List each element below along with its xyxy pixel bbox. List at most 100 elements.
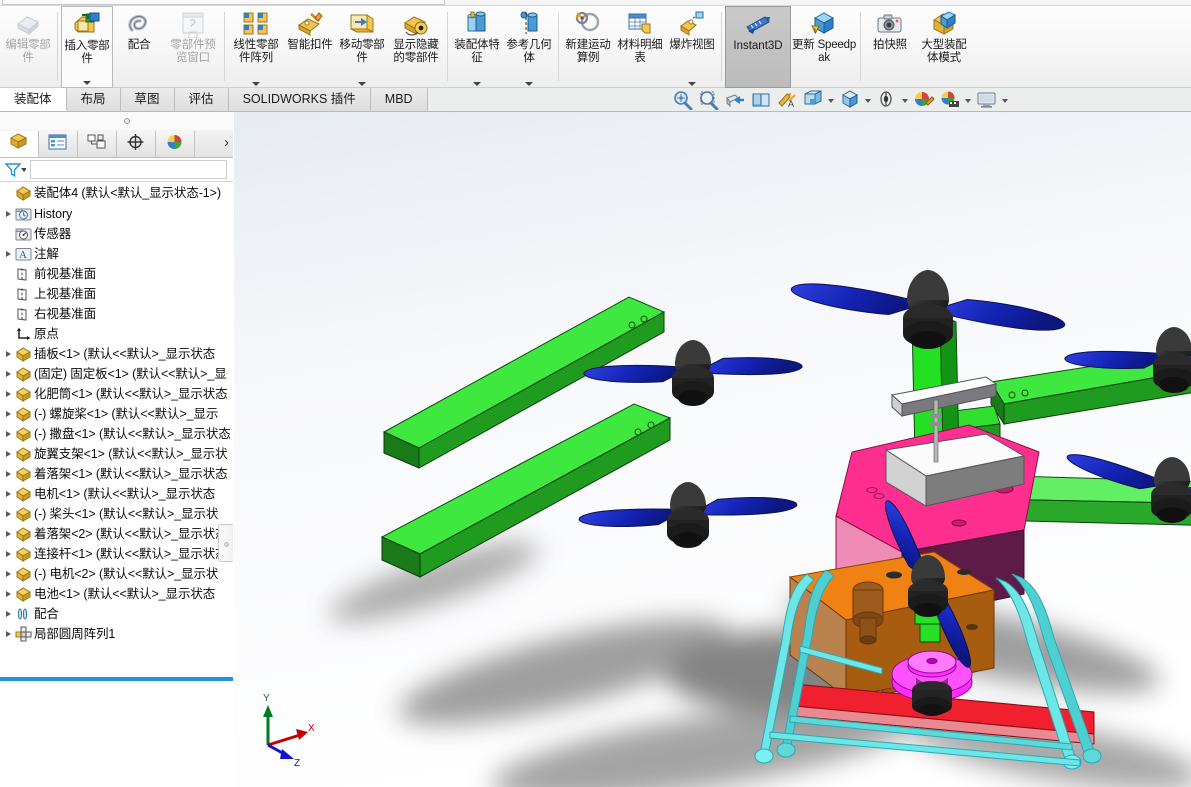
tree-root-assembly[interactable]: 装配体4 (默认<默认_显示状态-1>): [0, 182, 233, 204]
dimxpert-manager-tab[interactable]: [117, 131, 156, 157]
tree-item[interactable]: 着落架<2> (默认<<默认>_显示状态: [0, 524, 233, 544]
tree-item[interactable]: (-) 螺旋桨<1> (默认<<默认>_显示: [0, 404, 233, 424]
panel-splitter-handle[interactable]: [218, 524, 233, 562]
filter-input[interactable]: [30, 160, 227, 179]
tab-2[interactable]: 草图: [120, 88, 175, 111]
view-toolbar-caret-icon[interactable]: [865, 99, 871, 103]
ribbon-button-instant3d[interactable]: Instant3D: [725, 6, 791, 88]
auto-hide-pin-icon[interactable]: [124, 118, 130, 124]
view-toolbar-caret-icon[interactable]: [1002, 99, 1008, 103]
edit-appearance-icon[interactable]: [913, 90, 937, 112]
tree-expander[interactable]: [2, 371, 15, 377]
tree-item[interactable]: 连接杆<1> (默认<<默认>_显示状态: [0, 544, 233, 564]
take-snapshot-camera-icon: [875, 10, 905, 38]
view-toolbar-caret-icon[interactable]: [965, 99, 971, 103]
zoom-to-area-icon[interactable]: [698, 90, 722, 112]
tree-expander[interactable]: [2, 471, 15, 477]
tree-item[interactable]: (固定) 固定板<1> (默认<<默认>_显: [0, 364, 233, 384]
ribbon-button-reference-geometry[interactable]: 参考几何体: [503, 6, 555, 88]
ribbon-button-dropdown-caret-icon[interactable]: [83, 81, 91, 85]
ribbon-button-dropdown-caret-icon[interactable]: [688, 82, 696, 86]
section-view-icon[interactable]: [724, 90, 748, 112]
tree-item[interactable]: History: [0, 204, 233, 224]
tree-item[interactable]: 化肥筒<1> (默认<<默认>_显示状态: [0, 384, 233, 404]
ribbon-button-exploded-view[interactable]: 爆炸视图: [666, 6, 718, 88]
tree-item[interactable]: (-) 撒盘<1> (默认<<默认>_显示状态: [0, 424, 233, 444]
tab-5[interactable]: MBD: [370, 88, 428, 111]
tree-expander[interactable]: [2, 631, 15, 637]
view-display-monitor-icon[interactable]: [976, 90, 1000, 112]
ribbon-button-new-motion-study[interactable]: 新建运动算例: [562, 6, 614, 88]
tree-item[interactable]: 电机<1> (默认<<默认>_显示状态: [0, 484, 233, 504]
apply-scene-palette-icon[interactable]: [939, 90, 963, 112]
tree-item[interactable]: 插板<1> (默认<<默认>_显示状态: [0, 344, 233, 364]
tree-item[interactable]: 电池<1> (默认<<默认>_显示状态: [0, 584, 233, 604]
tree-expander[interactable]: [2, 451, 15, 457]
tab-0[interactable]: 装配体: [0, 88, 67, 111]
tree-item[interactable]: 传感器: [0, 224, 233, 244]
ribbon-button-move-component[interactable]: 移动零部件: [336, 6, 388, 88]
tree-item[interactable]: 配合: [0, 604, 233, 624]
tree-item[interactable]: 旋翼支架<1> (默认<<默认>_显示状: [0, 444, 233, 464]
tree-expander[interactable]: [2, 611, 15, 617]
tree-expander[interactable]: [2, 391, 15, 397]
view-settings-cube-icon[interactable]: [839, 90, 863, 112]
ribbon-button-dropdown-caret-icon[interactable]: [358, 82, 366, 86]
ribbon-button-linear-component-pattern[interactable]: 线性零部件阵列: [228, 6, 284, 88]
ribbon-button-update-speedpak[interactable]: ! 更新 Speedpak: [791, 6, 857, 88]
ribbon-button-mate-paperclip[interactable]: 配合: [113, 6, 165, 88]
display-style-icon[interactable]: A: [776, 90, 800, 112]
ribbon-button-dropdown-caret-icon[interactable]: [252, 82, 260, 86]
feature-manager-tab[interactable]: [0, 131, 39, 157]
ribbon-button-show-hidden-components[interactable]: 显示隐藏的零部件: [388, 6, 444, 88]
view-orientation-icon[interactable]: [750, 90, 774, 112]
hide-show-items-icon[interactable]: [802, 90, 826, 112]
tree-expander[interactable]: [2, 251, 15, 257]
tree-expander[interactable]: [2, 511, 15, 517]
configuration-manager-tab[interactable]: [78, 131, 117, 157]
ribbon-button-smart-fastener[interactable]: 智能扣件: [284, 6, 336, 88]
zoom-to-fit-icon[interactable]: [672, 90, 696, 112]
tree-expander[interactable]: [2, 411, 15, 417]
tree-item[interactable]: A 注解: [0, 244, 233, 264]
graphics-viewport[interactable]: Y X Z: [234, 112, 1191, 787]
show-hidden-components-icon: [401, 10, 431, 38]
tree-expander[interactable]: [2, 431, 15, 437]
filter-funnel-icon[interactable]: [4, 161, 27, 179]
tree-expander[interactable]: [2, 591, 15, 597]
tab-4[interactable]: SOLIDWORKS 插件: [228, 88, 371, 111]
tree-item[interactable]: 右视基准面: [0, 304, 233, 324]
view-toolbar-caret-icon[interactable]: [828, 99, 834, 103]
tree-root-label: 装配体4 (默认<默认_显示状态-1>): [34, 185, 221, 200]
ribbon-button-large-assembly-mode[interactable]: 大型装配体模式: [916, 6, 972, 88]
apply-scene-icon[interactable]: [876, 90, 900, 112]
tree-item[interactable]: 上视基准面: [0, 284, 233, 304]
tree-item[interactable]: 原点: [0, 324, 233, 344]
tree-item[interactable]: 局部圆周阵列1: [0, 624, 233, 644]
tree-item[interactable]: 着落架<1> (默认<<默认>_显示状态: [0, 464, 233, 484]
tree-expander[interactable]: [2, 531, 15, 537]
ribbon-button-bill-of-materials[interactable]: 材料明细表: [614, 6, 666, 88]
tab-3[interactable]: 评估: [174, 88, 229, 111]
plane-icon: [15, 286, 34, 303]
tree-expander[interactable]: [2, 491, 15, 497]
display-manager-tab[interactable]: [156, 131, 195, 157]
feature-tree[interactable]: 装配体4 (默认<默认_显示状态-1>) History 传感器 A 注解 前视基准面 上视…: [0, 182, 233, 787]
more-tabs-chevron-icon[interactable]: ›: [224, 134, 229, 151]
tree-expander[interactable]: [2, 351, 15, 357]
ribbon-button-insert-component[interactable]: 插入零部件: [61, 6, 113, 88]
ribbon-button-take-snapshot-camera[interactable]: 拍快照: [864, 6, 916, 88]
property-manager-tab[interactable]: [39, 131, 78, 157]
bill-of-materials-icon: [625, 10, 655, 38]
tree-expander[interactable]: [2, 211, 15, 217]
tree-item[interactable]: (-) 电机<2> (默认<<默认>_显示状: [0, 564, 233, 584]
tree-expander[interactable]: [2, 551, 15, 557]
tab-1[interactable]: 布局: [66, 88, 121, 111]
tree-item[interactable]: 前视基准面: [0, 264, 233, 284]
view-toolbar-caret-icon[interactable]: [902, 99, 908, 103]
tree-item[interactable]: (-) 桨头<1> (默认<<默认>_显示状: [0, 504, 233, 524]
ribbon-button-dropdown-caret-icon[interactable]: [473, 82, 481, 86]
tree-expander[interactable]: [2, 571, 15, 577]
ribbon-button-assembly-feature[interactable]: 装配体特征: [451, 6, 503, 88]
ribbon-button-dropdown-caret-icon[interactable]: [525, 82, 533, 86]
